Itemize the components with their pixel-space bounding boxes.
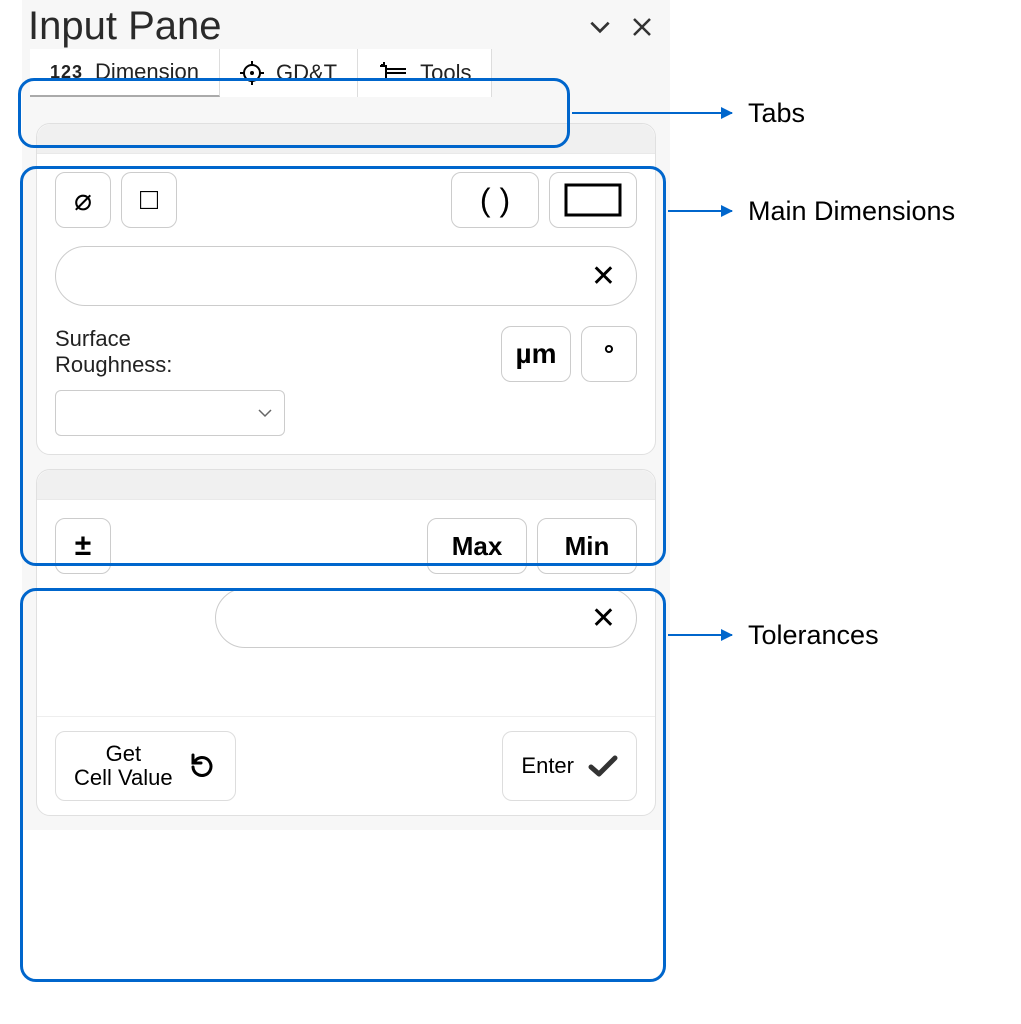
- close-button[interactable]: [624, 9, 660, 45]
- chevron-down-icon: [587, 14, 613, 40]
- max-label: Max: [452, 531, 503, 562]
- panel-header: [37, 470, 655, 500]
- target-icon: [240, 61, 264, 85]
- clear-dimension-button[interactable]: ✕: [581, 259, 616, 294]
- tab-tools[interactable]: Tools: [358, 49, 492, 97]
- get-cell-value-button[interactable]: Get Cell Value: [55, 731, 236, 801]
- tab-gdt[interactable]: GD&T: [220, 49, 358, 97]
- max-button[interactable]: Max: [427, 518, 527, 574]
- tolerance-input-wrap: ✕: [215, 588, 637, 648]
- roughness-select[interactable]: [55, 390, 285, 436]
- tolerance-input[interactable]: [236, 604, 581, 632]
- tab-label: Tools: [420, 60, 471, 86]
- collapse-button[interactable]: [582, 9, 618, 45]
- callout-arrow: [668, 210, 732, 212]
- frame-button[interactable]: [549, 172, 637, 228]
- min-label: Min: [565, 531, 610, 562]
- tab-label: Dimension: [95, 59, 199, 85]
- tabs-row: 123 Dimension GD&T Tools: [22, 49, 670, 97]
- symbol-row: ⌀ □ ( ): [55, 172, 637, 228]
- refresh-icon: [187, 753, 217, 779]
- callout-arrow: [668, 634, 732, 636]
- chevron-down-icon: [256, 404, 274, 422]
- parens-icon: ( ): [480, 182, 510, 219]
- degree-button[interactable]: °: [581, 326, 637, 382]
- panel-header: [37, 124, 655, 154]
- square-button[interactable]: □: [121, 172, 177, 228]
- check-icon: [588, 754, 618, 778]
- frame-icon: [564, 183, 622, 217]
- number-icon: 123: [50, 62, 83, 83]
- enter-button[interactable]: Enter: [502, 731, 637, 801]
- get-cell-line1: Get: [106, 742, 141, 766]
- micron-button[interactable]: µm: [501, 326, 571, 382]
- dimension-input-wrap: ✕: [55, 246, 637, 306]
- callout-main-label: Main Dimensions: [748, 196, 955, 227]
- surface-roughness-label: Surface: [55, 326, 172, 352]
- panel-footer: Get Cell Value Enter: [37, 716, 655, 815]
- get-cell-line2: Cell Value: [74, 766, 173, 790]
- caliper-icon: [378, 62, 408, 84]
- input-pane: Input Pane 123 Dimension GD&T Tools: [22, 0, 670, 830]
- diameter-button[interactable]: ⌀: [55, 172, 111, 228]
- pane-header: Input Pane: [22, 0, 670, 49]
- clear-tolerance-button[interactable]: ✕: [581, 601, 616, 636]
- micron-icon: µm: [515, 338, 556, 370]
- callout-tol-label: Tolerances: [748, 620, 879, 651]
- diameter-icon: ⌀: [74, 183, 92, 218]
- enter-label: Enter: [521, 753, 574, 779]
- callout-tabs-label: Tabs: [748, 98, 805, 129]
- degree-icon: °: [604, 339, 614, 370]
- tolerance-symbol-row: ± Max Min: [55, 518, 637, 574]
- pane-title: Input Pane: [28, 4, 576, 49]
- plusminus-icon: ±: [75, 529, 91, 563]
- dimension-input[interactable]: [76, 262, 581, 290]
- callout-arrow: [572, 112, 732, 114]
- plusminus-button[interactable]: ±: [55, 518, 111, 574]
- tolerances-panel: ± Max Min ✕ Get Cell Value: [36, 469, 656, 816]
- parens-button[interactable]: ( ): [451, 172, 539, 228]
- square-icon: □: [140, 183, 158, 217]
- surface-roughness-label2: Roughness:: [55, 352, 172, 378]
- close-icon: [630, 15, 654, 39]
- min-button[interactable]: Min: [537, 518, 637, 574]
- tab-dimension[interactable]: 123 Dimension: [30, 49, 220, 97]
- main-dimensions-panel: ⌀ □ ( ) ✕ Surface Roughness: µm °: [36, 123, 656, 455]
- tab-label: GD&T: [276, 60, 337, 86]
